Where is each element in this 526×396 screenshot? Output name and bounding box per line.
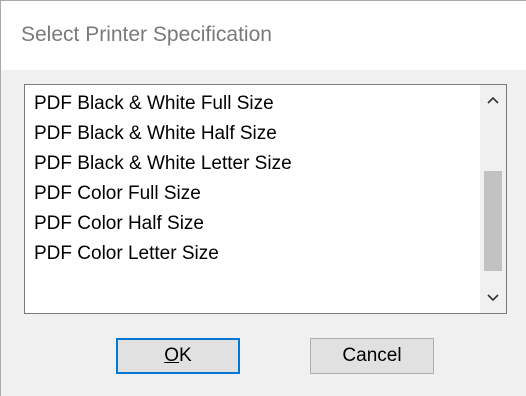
chevron-up-icon — [487, 96, 499, 104]
printer-spec-dialog: Select Printer Specification PDF Black &… — [0, 0, 526, 396]
list-item[interactable]: PDF Color Letter Size — [25, 239, 480, 269]
scroll-down-button[interactable] — [480, 283, 506, 313]
scroll-thumb[interactable] — [484, 171, 502, 271]
list-items: PDF Black & White Full Size PDF Black & … — [25, 85, 480, 269]
list-item[interactable]: PDF Color Half Size — [25, 209, 480, 239]
list-item[interactable]: PDF Color Full Size — [25, 179, 480, 209]
ok-button[interactable]: OK — [116, 338, 240, 374]
cancel-button[interactable]: Cancel — [310, 338, 434, 374]
list-item[interactable]: PDF Black & White Letter Size — [25, 149, 480, 179]
dialog-title-bar: Select Printer Specification — [0, 0, 526, 70]
list-item[interactable]: PDF Black & White Half Size — [25, 119, 480, 149]
ok-mnemonic: O — [164, 345, 180, 366]
printer-spec-listbox[interactable]: PDF Black & White Full Size PDF Black & … — [24, 84, 507, 314]
ok-label-rest: K — [179, 345, 192, 366]
list-item[interactable]: PDF Black & White Full Size — [25, 89, 480, 119]
dialog-title: Select Printer Specification — [21, 23, 272, 46]
chevron-down-icon — [487, 294, 499, 302]
vertical-scrollbar[interactable] — [480, 85, 506, 313]
scroll-up-button[interactable] — [480, 85, 506, 115]
